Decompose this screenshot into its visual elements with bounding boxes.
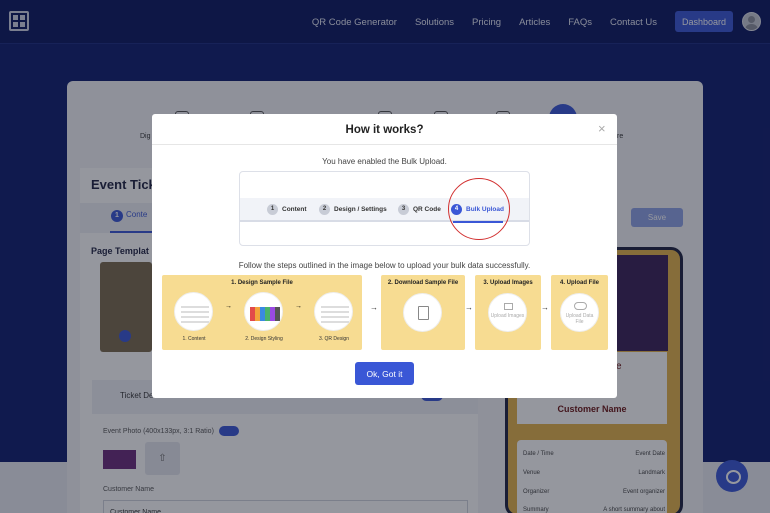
modal-divider: [152, 144, 617, 145]
design-sample-title: 1. Design Sample File: [231, 280, 293, 286]
close-icon[interactable]: ×: [598, 121, 606, 136]
demo-step-qr: 3 QR Code: [398, 204, 441, 215]
upload-images-panel: 3. Upload Images Upload Images: [475, 275, 541, 350]
how-it-works-modal: How it works? × You have enabled the Bul…: [152, 114, 617, 398]
arrow-icon: →: [225, 303, 232, 310]
cloud-upload-icon: [574, 302, 587, 310]
ok-got-it-button[interactable]: Ok, Got it: [355, 362, 414, 385]
upload-images-title: 3. Upload Images: [483, 280, 533, 286]
design-styling-thumb: [244, 292, 283, 331]
download-sample-panel: 2. Download Sample File: [381, 275, 465, 350]
download-sample-title: 2. Download Sample File: [387, 280, 459, 286]
qr-design-label: 3. QR Design: [318, 336, 349, 342]
upload-file-title: 4. Upload File: [559, 280, 599, 286]
content-step-label: 1. Content: [182, 336, 206, 342]
arrow-icon: →: [370, 303, 378, 312]
download-circle[interactable]: [403, 293, 442, 332]
arrow-icon: →: [295, 303, 302, 310]
document-icon: [418, 306, 429, 320]
design-styling-label: 2. Design Styling: [245, 336, 283, 342]
upload-images-circle[interactable]: Upload Images: [488, 293, 527, 332]
steps-demo-image: 1 Content 2 Design / Settings 3 QR Code 4 Bu…: [239, 171, 530, 246]
arrow-icon: →: [465, 303, 473, 312]
demo-step-design: 2 Design / Settings: [319, 204, 387, 215]
highlight-circle: [448, 178, 510, 240]
image-icon: [504, 303, 513, 310]
demo-step-content: 1 Content: [267, 204, 307, 215]
bulk-enabled-text: You have enabled the Bulk Upload.: [322, 157, 447, 166]
modal-title: How it works?: [345, 124, 424, 136]
upload-file-circle[interactable]: Upload Data File: [560, 293, 599, 332]
arrow-icon: →: [541, 303, 549, 312]
upload-file-inner: Upload Data File: [565, 313, 594, 325]
qr-design-thumb: [314, 292, 353, 331]
upload-file-panel: 4. Upload File Upload Data File: [551, 275, 608, 350]
content-step-thumb: [174, 292, 213, 331]
design-sample-panel: 1. Design Sample File 1. Content 2. Desi…: [162, 275, 362, 350]
upload-images-inner: Upload Images: [490, 313, 525, 319]
follow-steps-text: Follow the steps outlined in the image b…: [238, 261, 531, 270]
